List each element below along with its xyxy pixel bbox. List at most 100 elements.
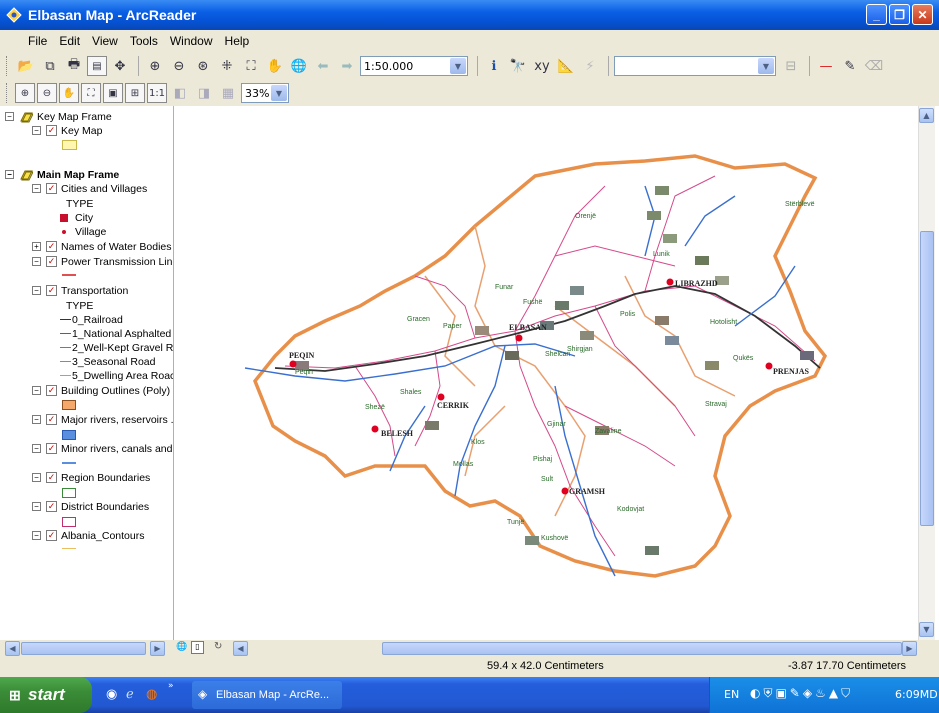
collapse-icon[interactable]: − xyxy=(32,473,41,482)
expand-icon[interactable]: + xyxy=(32,242,41,251)
menu-tools[interactable]: Tools xyxy=(124,34,164,48)
quicklaunch-more-icon[interactable]: » xyxy=(168,681,174,691)
layer-checkbox[interactable]: ✓ xyxy=(46,125,57,136)
layout-view-tab-icon[interactable]: ▯ xyxy=(191,641,204,654)
layout-view-icon[interactable]: ▤ xyxy=(87,56,107,76)
restore-button[interactable]: ❐ xyxy=(889,4,910,25)
tray-icons[interactable]: ◐⛨▣✎◈♨▲⛉ xyxy=(750,686,853,701)
layer-tool-icon[interactable]: ⊟ xyxy=(780,55,802,77)
open-folder-icon[interactable]: 📂 xyxy=(15,55,37,77)
layout-zoom-out-icon[interactable]: ⊖ xyxy=(37,83,57,103)
quicklaunch-firefox-icon[interactable]: ◍ xyxy=(146,687,157,702)
collapse-icon[interactable]: − xyxy=(32,257,41,266)
data-view-icon[interactable]: ✥ xyxy=(109,55,131,77)
clock[interactable]: 6:09MD xyxy=(895,688,938,701)
menu-window[interactable]: Window xyxy=(164,34,219,48)
pan-hand-icon[interactable]: ✋ xyxy=(264,55,286,77)
full-extent-globe-icon[interactable]: 🌐 xyxy=(288,55,310,77)
zoom-whole-page-icon[interactable]: ⛶ xyxy=(81,83,101,103)
layer-checkbox[interactable]: ✓ xyxy=(46,530,57,541)
collapse-icon[interactable]: − xyxy=(32,444,41,453)
vertical-scroll-thumb[interactable] xyxy=(920,231,934,526)
layer-checkbox[interactable]: ✓ xyxy=(46,385,57,396)
toc-key-map-frame[interactable]: − Key Map Frame xyxy=(5,109,112,124)
chevron-down-icon[interactable]: ▼ xyxy=(758,58,774,74)
zoom-out-icon[interactable]: ⊖ xyxy=(168,55,190,77)
toolbar-grip[interactable] xyxy=(6,56,9,76)
toc-layer-minor-rivers[interactable]: − ✓ Minor rivers, canals and xyxy=(32,441,172,456)
hyperlink-bolt-icon[interactable]: ⚡ xyxy=(579,55,601,77)
window-titlebar[interactable]: Elbasan Map - ArcReader _ ❐ ✕ xyxy=(0,0,939,30)
toc-horizontal-scroll-thumb[interactable] xyxy=(21,642,146,655)
layer-checkbox[interactable]: ✓ xyxy=(46,241,57,252)
layer-checkbox[interactable]: ✓ xyxy=(46,472,57,483)
map-scale-select[interactable]: 1:50.000 ▼ xyxy=(360,56,468,76)
layer-checkbox[interactable]: ✓ xyxy=(46,256,57,267)
toc-layer-districts[interactable]: − ✓ District Boundaries xyxy=(32,499,149,514)
close-button[interactable]: ✕ xyxy=(912,4,933,25)
layer-checkbox[interactable]: ✓ xyxy=(46,443,57,454)
collapse-icon[interactable]: − xyxy=(32,184,41,193)
map-horizontal-scroll-thumb[interactable] xyxy=(382,642,902,655)
toc-layer-cities[interactable]: − ✓ Cities and Villages xyxy=(32,181,147,196)
forward-arrow-icon[interactable]: ➡ xyxy=(336,55,358,77)
pen-tool-icon[interactable]: ✎ xyxy=(839,55,861,77)
menu-edit[interactable]: Edit xyxy=(53,34,86,48)
minimize-button[interactable]: _ xyxy=(866,4,887,25)
menu-file[interactable]: File xyxy=(22,34,53,48)
chevron-down-icon[interactable]: ▼ xyxy=(271,85,287,101)
chevron-down-icon[interactable]: ▼ xyxy=(450,58,466,74)
taskbar-item-arcreader[interactable]: ◈ Elbasan Map - ArcRe... xyxy=(192,681,342,709)
zoom-1-1-icon[interactable]: 1:1 xyxy=(147,83,167,103)
map-scroll-left-icon[interactable]: ◀ xyxy=(233,641,248,656)
fixed-zoom-page-icon[interactable]: ⊞ xyxy=(125,83,145,103)
collapse-icon[interactable]: − xyxy=(32,502,41,511)
zoom-percent-select[interactable]: 33% ▼ xyxy=(241,83,289,103)
zoom-100-icon[interactable]: ▣ xyxy=(103,83,123,103)
layer-checkbox[interactable]: ✓ xyxy=(46,501,57,512)
layer-checkbox[interactable]: ✓ xyxy=(46,285,57,296)
toc-scroll-left-icon[interactable]: ◀ xyxy=(5,641,20,656)
toc-layer-regions[interactable]: − ✓ Region Boundaries xyxy=(32,470,150,485)
scroll-up-icon[interactable]: ▲ xyxy=(919,108,934,123)
menu-view[interactable]: View xyxy=(86,34,124,48)
measure-icon[interactable]: 📐 xyxy=(555,55,577,77)
collapse-icon[interactable]: − xyxy=(32,386,41,395)
go-to-xy-icon[interactable]: xy xyxy=(531,55,553,77)
refresh-icon[interactable]: ↻ xyxy=(214,641,222,652)
toc-layer-water-names[interactable]: + ✓ Names of Water Bodies xyxy=(32,239,172,254)
collapse-icon[interactable]: − xyxy=(32,286,41,295)
copy-icon[interactable]: ⧉ xyxy=(39,55,61,77)
back-arrow-icon[interactable]: ⬅ xyxy=(312,55,334,77)
toggle-draft-icon[interactable]: ▦ xyxy=(217,82,239,104)
menu-help[interactable]: Help xyxy=(219,34,256,48)
map-view[interactable]: ELBASAN LIBRAZHD PEQIN CERRIK BELESH GRA… xyxy=(175,106,918,640)
quicklaunch-ie-icon[interactable]: ℯ xyxy=(126,687,134,702)
toc-layer-power[interactable]: − ✓ Power Transmission Line xyxy=(32,254,173,269)
next-extent-icon[interactable]: ◨ xyxy=(193,82,215,104)
toc-key-map-layer[interactable]: − ✓ Key Map xyxy=(32,123,102,138)
toolbar-grip[interactable] xyxy=(6,83,9,103)
layer-checkbox[interactable]: ✓ xyxy=(46,183,57,194)
collapse-icon[interactable]: − xyxy=(5,170,14,179)
collapse-icon[interactable]: − xyxy=(32,531,41,540)
toc-scroll-right-icon[interactable]: ▶ xyxy=(150,641,165,656)
layout-zoom-in-icon[interactable]: ⊕ xyxy=(15,83,35,103)
line-color-icon[interactable]: — xyxy=(815,55,837,77)
toc-layer-major-rivers[interactable]: − ✓ Major rivers, reservoirs . xyxy=(32,412,173,427)
language-indicator[interactable]: EN xyxy=(724,688,739,701)
fixed-zoom-out-icon[interactable]: ⛶ xyxy=(240,55,262,77)
map-canvas[interactable]: ELBASAN LIBRAZHD PEQIN CERRIK BELESH GRA… xyxy=(175,106,918,640)
toc-layer-buildings[interactable]: − ✓ Building Outlines (Poly) xyxy=(32,383,170,398)
fixed-zoom-in-icon[interactable]: ⁜ xyxy=(216,55,238,77)
quicklaunch-desktop-icon[interactable]: ◉ xyxy=(106,687,117,702)
start-button[interactable]: ⊞ start xyxy=(0,677,92,713)
zoom-layer-icon[interactable]: ⊛ xyxy=(192,55,214,77)
data-view-tab-icon[interactable]: 🌐 xyxy=(176,642,187,652)
toc-main-map-frame[interactable]: − Main Map Frame xyxy=(5,167,119,182)
layer-checkbox[interactable]: ✓ xyxy=(46,414,57,425)
eraser-icon[interactable]: ⌫ xyxy=(863,55,885,77)
previous-extent-icon[interactable]: ◧ xyxy=(169,82,191,104)
layout-pan-icon[interactable]: ✋ xyxy=(59,83,79,103)
zoom-in-icon[interactable]: ⊕ xyxy=(144,55,166,77)
